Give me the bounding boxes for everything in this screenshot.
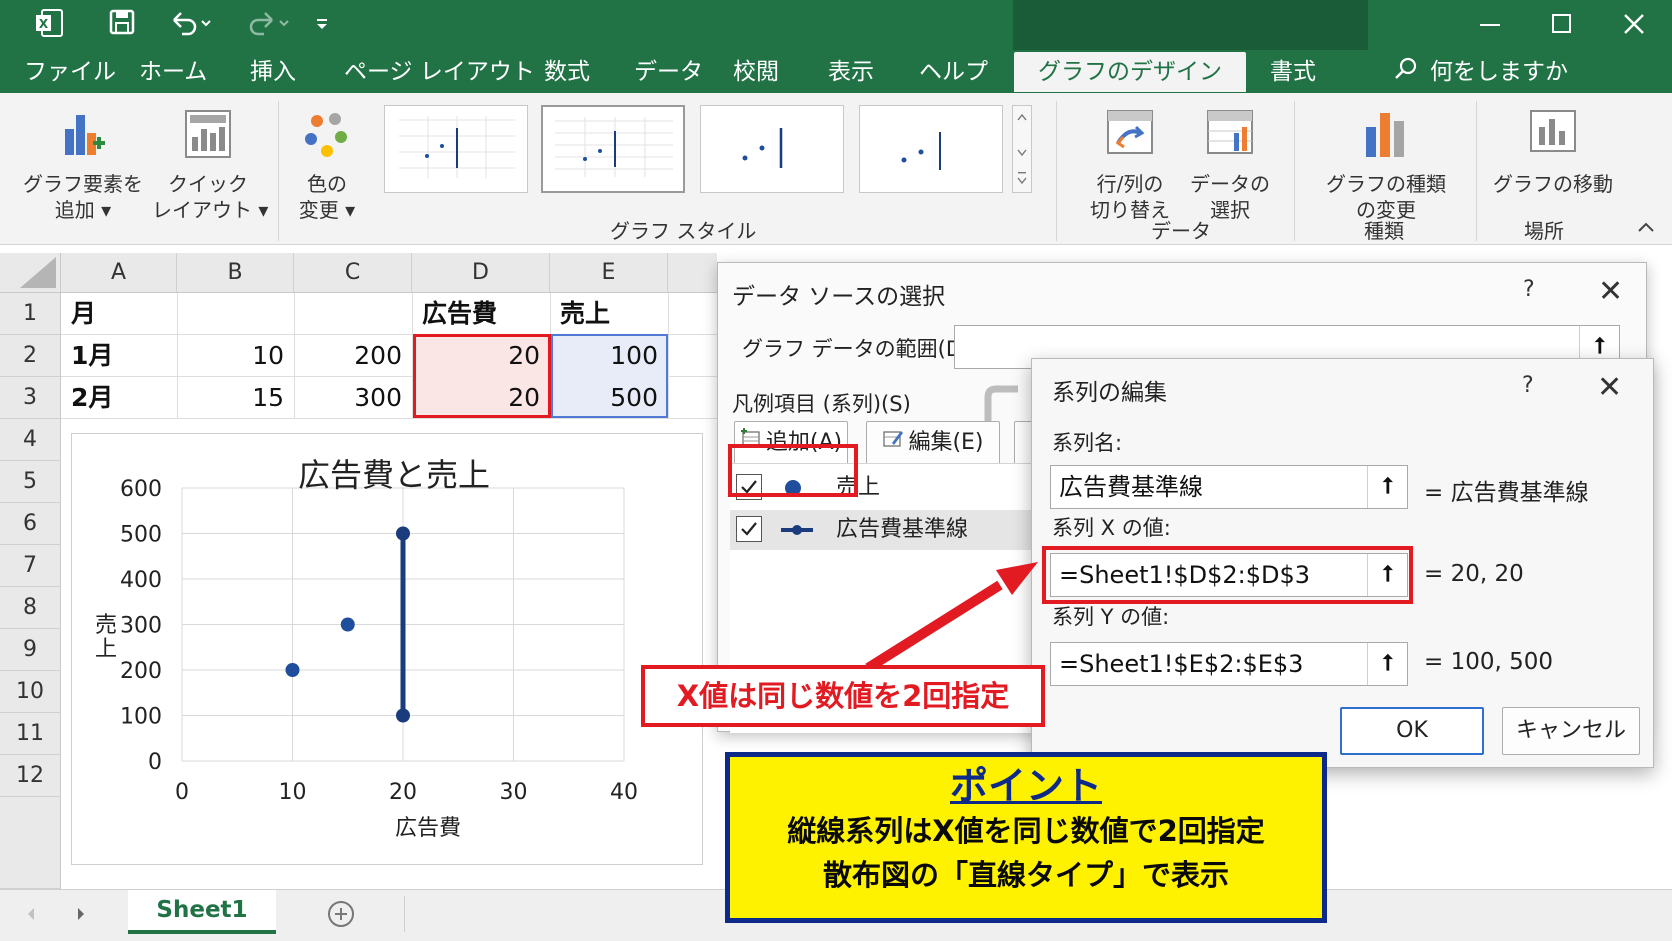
x-value-note: X値は同じ数値を2回指定 bbox=[641, 665, 1045, 727]
point-callout-line-2: 散布図の「直線タイプ」で表示 bbox=[822, 858, 1229, 892]
point-callout-line-1: 縦線系列はX値を同じ数値で2回指定 bbox=[787, 814, 1265, 848]
point-callout: ポイント 縦線系列はX値を同じ数値で2回指定 散布図の「直線タイプ」で表示 bbox=[725, 752, 1327, 923]
point-callout-title: ポイント bbox=[949, 764, 1102, 808]
